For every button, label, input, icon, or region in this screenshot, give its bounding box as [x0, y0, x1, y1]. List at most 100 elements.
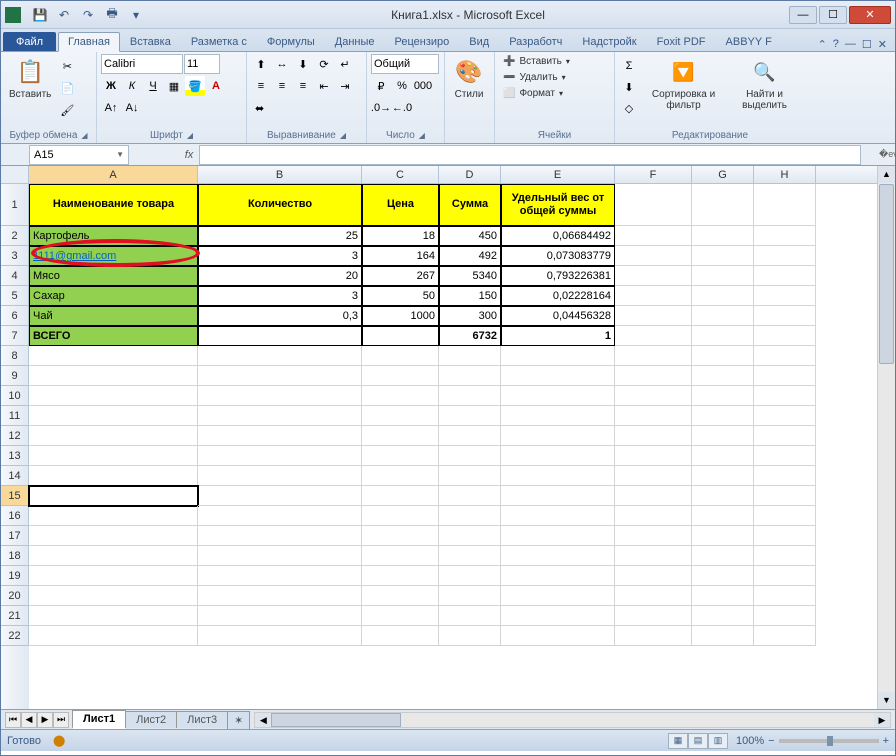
cell[interactable]	[692, 606, 754, 626]
cell[interactable]	[692, 386, 754, 406]
cell[interactable]	[615, 346, 692, 366]
cell[interactable]	[615, 246, 692, 266]
cell[interactable]	[692, 286, 754, 306]
row-header-7[interactable]: 7	[1, 326, 29, 346]
cell[interactable]	[615, 566, 692, 586]
cell[interactable]	[362, 366, 439, 386]
cell[interactable]	[754, 366, 816, 386]
row-header-1[interactable]: 1	[1, 184, 29, 226]
qty-cell[interactable]: 0,3	[198, 306, 362, 326]
total-weight-cell[interactable]: 1	[501, 326, 615, 346]
maximize-button[interactable]: ☐	[819, 6, 847, 24]
border-button[interactable]: ▦	[164, 76, 184, 96]
sort-filter-button[interactable]: 🔽 Сортировка и фильтр	[641, 54, 726, 113]
name-cell[interactable]: Картофель	[29, 226, 198, 246]
cell[interactable]	[692, 226, 754, 246]
cell[interactable]	[615, 326, 692, 346]
cell[interactable]	[501, 626, 615, 646]
help-icon[interactable]: ?	[833, 38, 839, 51]
cell[interactable]	[501, 446, 615, 466]
minimize-button[interactable]: —	[789, 6, 817, 24]
row-header-17[interactable]: 17	[1, 526, 29, 546]
cell[interactable]	[692, 506, 754, 526]
cell[interactable]	[198, 606, 362, 626]
scroll-up-button[interactable]: ▲	[878, 166, 895, 183]
cell[interactable]	[615, 606, 692, 626]
row-header-15[interactable]: 15	[1, 486, 29, 506]
cell[interactable]	[198, 566, 362, 586]
cell[interactable]	[362, 386, 439, 406]
cell[interactable]	[754, 566, 816, 586]
cell[interactable]	[439, 566, 501, 586]
fill-button[interactable]: ⬇	[619, 77, 639, 97]
cell[interactable]	[198, 446, 362, 466]
cell[interactable]	[754, 626, 816, 646]
qat-more-button[interactable]: ▾	[125, 5, 147, 25]
increase-decimal-button[interactable]: .0→	[371, 98, 391, 118]
cell[interactable]	[198, 546, 362, 566]
zoom-out-button[interactable]: −	[768, 735, 774, 747]
total-name-cell[interactable]: ВСЕГО	[29, 326, 198, 346]
alignment-launcher-icon[interactable]: ◢	[340, 131, 346, 140]
formula-input[interactable]	[199, 145, 861, 165]
row-header-12[interactable]: 12	[1, 426, 29, 446]
weight-cell[interactable]: 0,793226381	[501, 266, 615, 286]
cell[interactable]	[692, 446, 754, 466]
cell[interactable]	[692, 466, 754, 486]
vertical-scrollbar[interactable]: ▲ ▼	[877, 166, 895, 709]
sum-cell[interactable]: 300	[439, 306, 501, 326]
cell[interactable]	[29, 606, 198, 626]
price-cell[interactable]: 1000	[362, 306, 439, 326]
cell[interactable]	[692, 586, 754, 606]
cell[interactable]	[362, 466, 439, 486]
orientation-button[interactable]: ⟳	[314, 54, 334, 74]
cell[interactable]	[198, 406, 362, 426]
cell[interactable]	[615, 306, 692, 326]
cell[interactable]	[439, 366, 501, 386]
row-header-13[interactable]: 13	[1, 446, 29, 466]
cells-area[interactable]: Наименование товараКоличествоЦенаСуммаУд…	[29, 184, 877, 709]
cell[interactable]	[692, 566, 754, 586]
sheet-last-button[interactable]: ⏭	[53, 712, 69, 728]
copy-button[interactable]: 📄	[57, 78, 77, 98]
cell[interactable]	[362, 426, 439, 446]
cell[interactable]	[615, 546, 692, 566]
cell[interactable]	[362, 586, 439, 606]
merge-button[interactable]: ⬌	[251, 98, 268, 118]
qty-cell[interactable]: 3	[198, 286, 362, 306]
cell[interactable]	[692, 184, 754, 226]
insert-cells-button[interactable]: ➕Вставить▾	[499, 54, 574, 69]
align-top-button[interactable]: ⬆	[251, 54, 271, 74]
cell[interactable]	[362, 406, 439, 426]
wrap-text-button[interactable]: ↵	[335, 54, 355, 74]
total-sum-cell[interactable]: 6732	[439, 326, 501, 346]
cell[interactable]	[198, 506, 362, 526]
percent-button[interactable]: %	[392, 76, 412, 96]
price-cell[interactable]: 164	[362, 246, 439, 266]
cell[interactable]	[439, 506, 501, 526]
formula-expand-icon[interactable]: �ev	[879, 149, 895, 160]
decrease-decimal-button[interactable]: ←.0	[392, 98, 412, 118]
page-layout-view-button[interactable]: ▤	[688, 733, 708, 749]
fx-icon[interactable]: fx	[179, 145, 199, 165]
cell[interactable]	[29, 426, 198, 446]
qty-cell[interactable]: 20	[198, 266, 362, 286]
cell[interactable]	[615, 226, 692, 246]
cell[interactable]	[615, 486, 692, 506]
row-header-8[interactable]: 8	[1, 346, 29, 366]
qty-cell[interactable]: 25	[198, 226, 362, 246]
cell[interactable]	[615, 626, 692, 646]
row-header-9[interactable]: 9	[1, 366, 29, 386]
cell[interactable]	[754, 606, 816, 626]
cell[interactable]	[501, 486, 615, 506]
tab-insert[interactable]: Вставка	[120, 32, 181, 51]
cell[interactable]	[501, 346, 615, 366]
cell[interactable]	[439, 466, 501, 486]
sheet-next-button[interactable]: ▶	[37, 712, 53, 728]
cell[interactable]	[439, 606, 501, 626]
tab-foxit[interactable]: Foxit PDF	[647, 32, 716, 51]
name-box-dropdown-icon[interactable]: ▼	[116, 150, 124, 159]
grow-font-button[interactable]: A↑	[101, 98, 121, 118]
align-left-button[interactable]: ≡	[251, 76, 271, 96]
cell[interactable]	[198, 386, 362, 406]
